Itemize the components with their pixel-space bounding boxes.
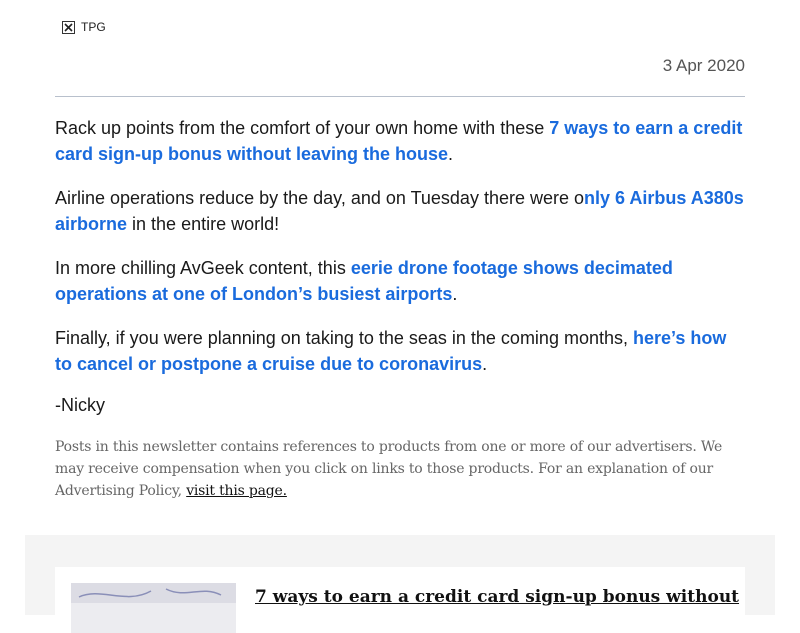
- paragraph-home-bonus: Rack up points from the comfort of your …: [55, 115, 745, 167]
- broken-image-icon: [62, 20, 75, 34]
- paragraph-a380: Airline operations reduce by the day, an…: [55, 185, 745, 237]
- header-divider: [55, 96, 745, 97]
- paragraph-drone: In more chilling AvGeek content, this ee…: [55, 255, 745, 307]
- tpg-logo[interactable]: TPG: [62, 20, 106, 34]
- newsletter-body: Rack up points from the comfort of your …: [55, 115, 745, 502]
- article-thumbnail[interactable]: [71, 583, 236, 633]
- paragraph-text: Rack up points from the comfort of your …: [55, 118, 550, 138]
- disclaimer-text: Posts in this newsletter contains refere…: [55, 439, 723, 499]
- paragraph-text: .: [448, 144, 454, 164]
- paragraph-cruise: Finally, if you were planning on taking …: [55, 325, 745, 377]
- article-panel: 7 ways to earn a credit card sign-up bon…: [25, 535, 775, 633]
- paragraph-text: Finally, if you were planning on taking …: [55, 328, 633, 348]
- newsletter-date: 3 Apr 2020: [662, 56, 745, 75]
- paragraph-text: .: [452, 284, 458, 304]
- paragraph-text: Airline operations reduce by the day, an…: [55, 188, 584, 208]
- paragraph-text: .: [482, 354, 488, 374]
- article-card[interactable]: 7 ways to earn a credit card sign-up bon…: [55, 567, 745, 633]
- signature: -Nicky: [55, 395, 105, 415]
- paragraph-text: In more chilling AvGeek content, this: [55, 258, 351, 278]
- article-card-title[interactable]: 7 ways to earn a credit card sign-up bon…: [255, 587, 739, 607]
- advertising-policy-link[interactable]: visit this page.: [186, 483, 287, 499]
- advertiser-disclaimer: Posts in this newsletter contains refere…: [55, 436, 745, 502]
- paragraph-text: in the entire world!: [127, 214, 280, 234]
- logo-alt-text: TPG: [81, 20, 106, 34]
